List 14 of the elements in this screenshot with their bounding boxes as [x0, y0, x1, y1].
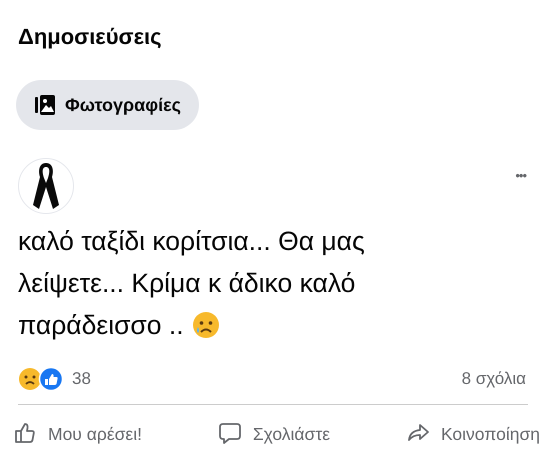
reaction-icons[interactable] [18, 366, 64, 391]
ribbon-icon [31, 161, 61, 211]
comment-count[interactable]: 8 σχόλια [462, 366, 526, 392]
photo-icon [34, 94, 56, 116]
sad-face-icon [192, 311, 220, 339]
share-button[interactable]: Κοινοποίηση [406, 420, 540, 447]
reaction-count[interactable]: 38 [72, 366, 91, 392]
photos-filter-chip[interactable]: Φωτογραφίες [16, 80, 199, 130]
post-text: καλό ταξίδι κορίτσια... Θα μας λείψετε... Κρίμα κ άδικο καλό παράδεισσο .. [17, 225, 366, 342]
like-button[interactable]: Μου αρέσει! [13, 420, 142, 447]
comment-icon [218, 421, 243, 446]
comment-button[interactable]: Σχολιάστε [218, 420, 330, 447]
section-title: Δημοσιεύσεις [17, 23, 163, 51]
more-options-button[interactable]: ••• [515, 166, 526, 186]
